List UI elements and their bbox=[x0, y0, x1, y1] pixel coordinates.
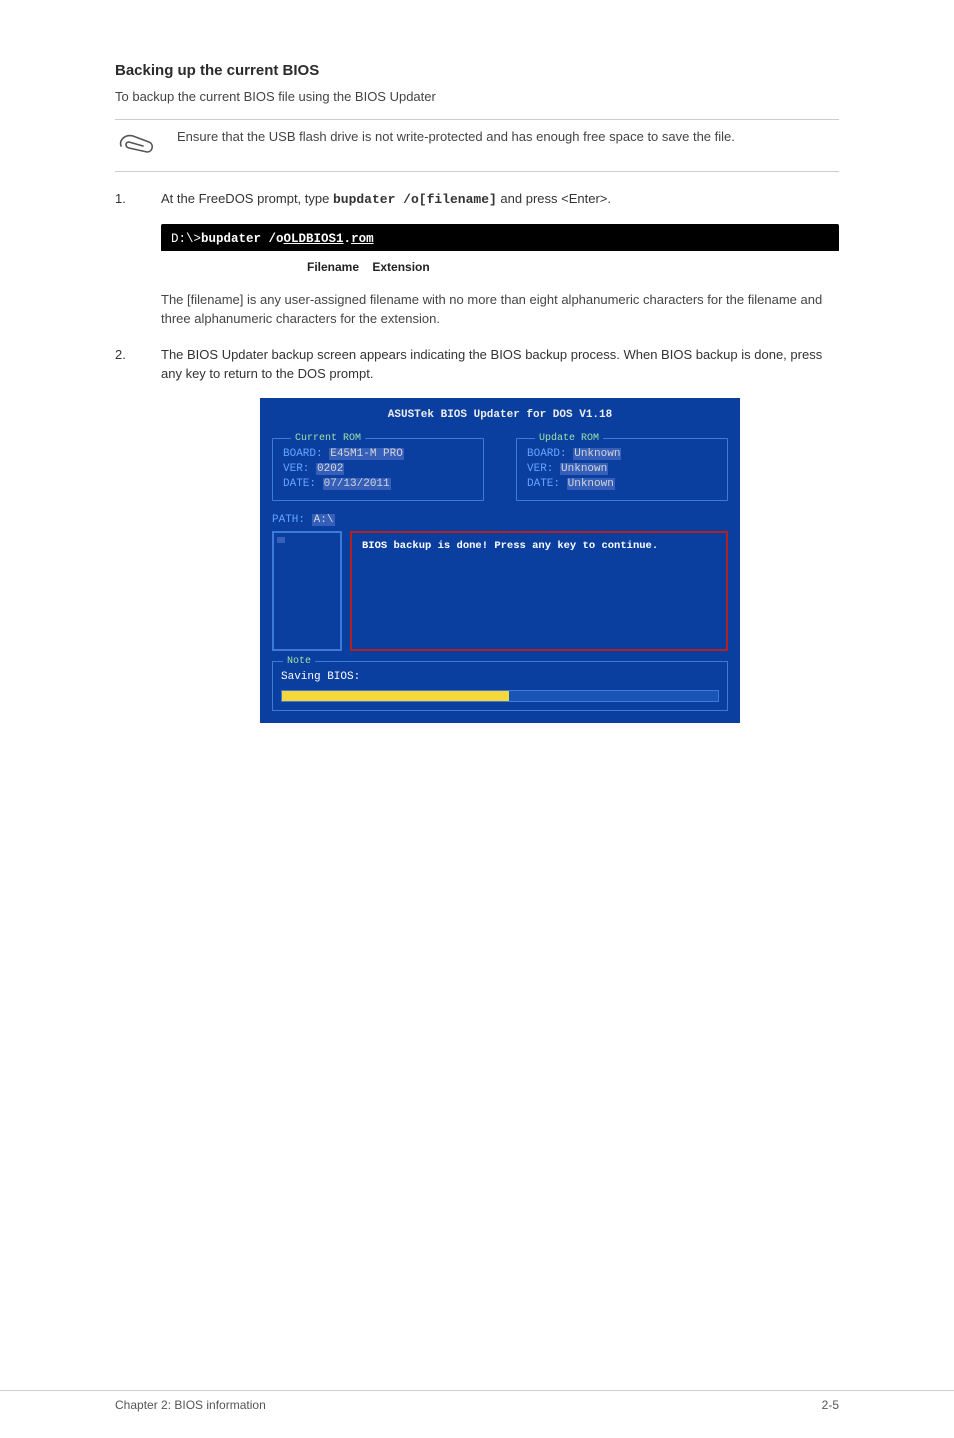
update-rom-box: Update ROM BOARD: Unknown VER: Unknown D… bbox=[516, 438, 728, 501]
current-rom-box: Current ROM BOARD: E45M1-M PRO VER: 0202… bbox=[272, 438, 484, 501]
step-1-text: At the FreeDOS prompt, type bupdater /o[… bbox=[161, 190, 839, 210]
step-number: 2. bbox=[115, 346, 133, 722]
step-1: 1. At the FreeDOS prompt, type bupdater … bbox=[115, 190, 839, 328]
message-panel: BIOS backup is done! Press any key to co… bbox=[350, 531, 728, 651]
section-heading: Backing up the current BIOS bbox=[115, 60, 839, 82]
command-block: D:\>bupdater /oOLDBIOS1.rom Filename Ext… bbox=[161, 224, 839, 277]
command-labels: Filename Extension bbox=[161, 259, 839, 276]
path-line: PATH: A:\ bbox=[272, 513, 728, 529]
page-footer: Chapter 2: BIOS information 2-5 bbox=[0, 1390, 954, 1414]
footer-left: Chapter 2: BIOS information bbox=[115, 1397, 266, 1414]
step-number: 1. bbox=[115, 190, 133, 328]
footer-right: 2-5 bbox=[822, 1397, 839, 1414]
inline-command: bupdater /o[filename] bbox=[333, 192, 497, 207]
terminal-line: D:\>bupdater /oOLDBIOS1.rom bbox=[161, 224, 839, 251]
note-panel: Note Saving BIOS: bbox=[272, 661, 728, 711]
note-text: Ensure that the USB flash drive is not w… bbox=[177, 128, 839, 147]
backup-done-message: BIOS backup is done! Press any key to co… bbox=[362, 539, 658, 554]
step-2: 2. The BIOS Updater backup screen appear… bbox=[115, 346, 839, 722]
file-list-panel bbox=[272, 531, 342, 651]
progress-fill bbox=[282, 691, 509, 701]
step-2-text: The BIOS Updater backup screen appears i… bbox=[161, 346, 839, 384]
bios-title: ASUSTek BIOS Updater for DOS V1.18 bbox=[272, 408, 728, 424]
saving-label: Saving BIOS: bbox=[281, 670, 719, 686]
bios-updater-screen: ASUSTek BIOS Updater for DOS V1.18 Curre… bbox=[260, 398, 740, 722]
intro-text: To backup the current BIOS file using th… bbox=[115, 88, 839, 107]
note-callout: Ensure that the USB flash drive is not w… bbox=[115, 119, 839, 173]
paperclip-icon bbox=[115, 130, 159, 164]
progress-bar bbox=[281, 690, 719, 702]
filename-note: The [filename] is any user-assigned file… bbox=[161, 291, 839, 329]
